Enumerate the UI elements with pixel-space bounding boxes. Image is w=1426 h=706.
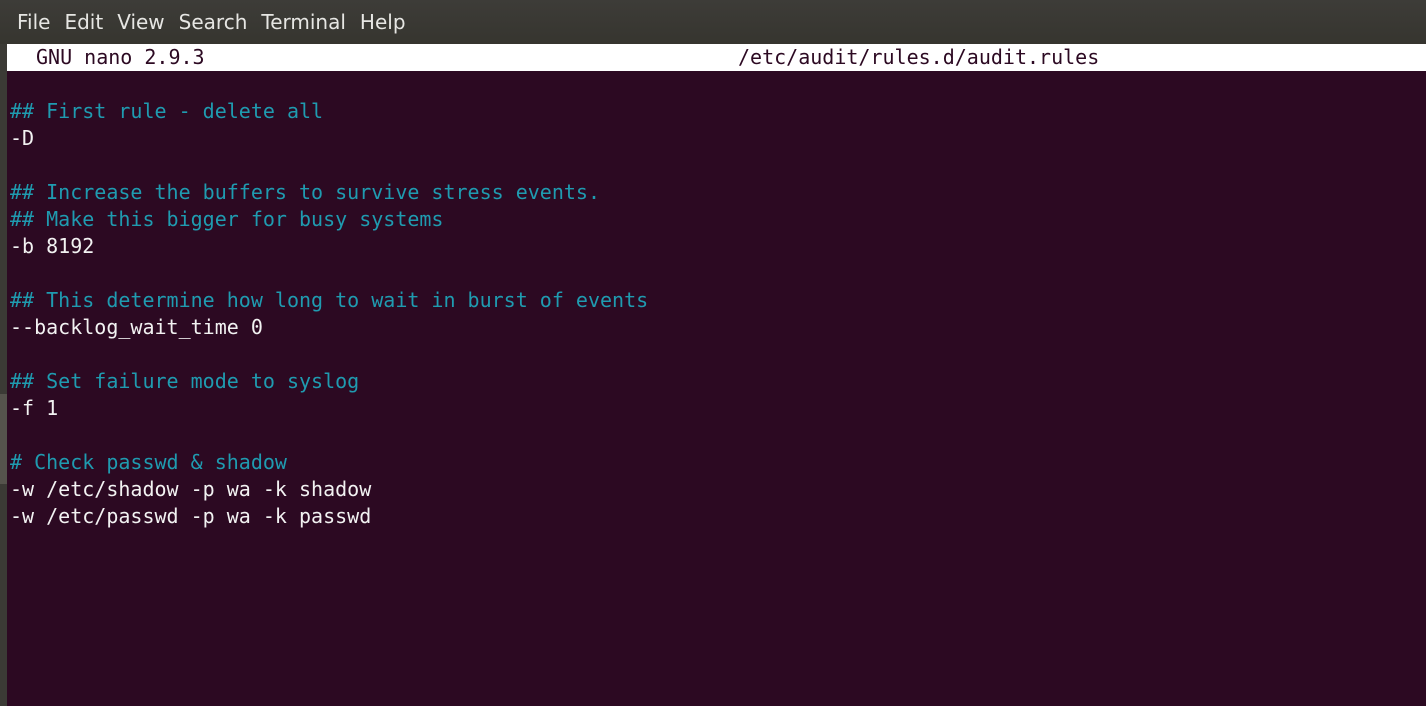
comment-line: ## Set failure mode to syslog <box>10 369 360 393</box>
nano-filename: /etc/audit/rules.d/audit.rules <box>738 45 1100 69</box>
terminal-window: File Edit View Search Terminal Help GNU … <box>0 0 1426 706</box>
nano-version: GNU nano 2.9.3 <box>36 45 205 69</box>
menu-search[interactable]: Search <box>172 0 255 44</box>
editor-buffer[interactable]: ## First rule - delete all -D ## Increase … <box>10 98 648 530</box>
scroll-handle[interactable] <box>0 394 7 484</box>
window-left-border <box>0 44 7 706</box>
menu-help[interactable]: Help <box>353 0 413 44</box>
code-line: -b 8192 <box>10 234 95 258</box>
code-line: -w /etc/passwd -p wa -k passwd <box>10 504 372 528</box>
comment-line: ## First rule - delete all <box>10 99 324 123</box>
menu-terminal[interactable]: Terminal <box>254 0 353 44</box>
comment-line: ## Increase the buffers to survive stres… <box>10 180 601 204</box>
code-line: -w /etc/shadow -p wa -k shadow <box>10 477 372 501</box>
menu-view[interactable]: View <box>110 0 171 44</box>
code-line: -f 1 <box>10 396 59 420</box>
comment-line: ## This determine how long to wait in bu… <box>10 288 649 312</box>
menu-file[interactable]: File <box>10 0 57 44</box>
nano-title-bar: GNU nano 2.9.3 /etc/audit/rules.d/audit.… <box>7 44 1426 71</box>
comment-line: # Check passwd & shadow <box>10 450 287 474</box>
menubar: File Edit View Search Terminal Help <box>0 0 1426 44</box>
code-line: -D <box>10 126 35 150</box>
comment-line: ## Make this bigger for busy systems <box>10 207 444 231</box>
menu-edit[interactable]: Edit <box>57 0 110 44</box>
code-line: --backlog_wait_time 0 <box>10 315 263 339</box>
